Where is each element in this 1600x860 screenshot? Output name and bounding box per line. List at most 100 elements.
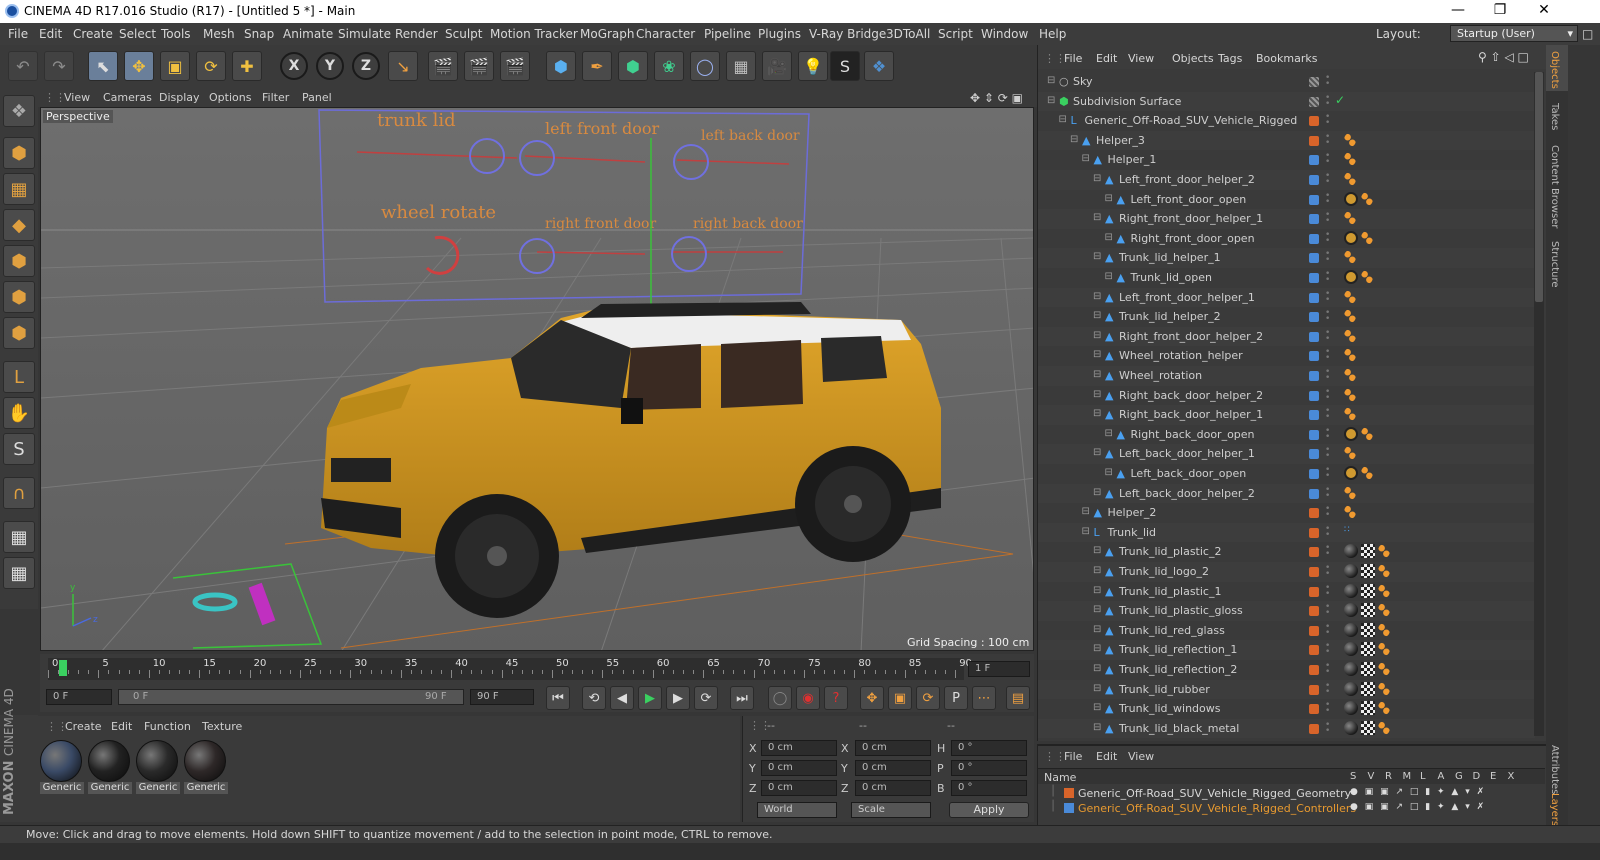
mat-tag-icon[interactable] (1344, 701, 1358, 716)
layer-color-swatch[interactable] (1064, 788, 1074, 798)
tree-expander-icon[interactable]: ⊟ (1093, 722, 1101, 733)
object-manager-nav-icons[interactable]: ⚲ ⇧ ◁ □ (1478, 50, 1529, 64)
y-axis-lock-icon[interactable]: Y (316, 52, 344, 80)
viewport-menu-filter[interactable]: Filter (262, 91, 289, 104)
layer-column-x[interactable]: X (1508, 771, 1515, 782)
visibility-dots-icon[interactable]: • • (1325, 348, 1331, 363)
key-parameter-icon[interactable]: P (944, 686, 968, 710)
coordinate-system-icon[interactable]: ↘ (388, 51, 418, 81)
mat-tag-icon[interactable] (1344, 622, 1358, 637)
layer-column-v[interactable]: V (1368, 771, 1375, 782)
tree-expander-icon[interactable]: ⊟ (1105, 271, 1113, 282)
visibility-dots-icon[interactable]: • • (1325, 211, 1331, 226)
previous-key-icon[interactable]: ⟲ (582, 686, 606, 710)
menu-pipeline[interactable]: Pipeline (704, 27, 751, 41)
object-name[interactable]: Left_front_door_helper_1 (1119, 291, 1255, 304)
go-to-end-icon[interactable]: ⏭ (730, 686, 754, 710)
menu-snap[interactable]: Snap (244, 27, 274, 41)
tab-takes[interactable]: Takes (1549, 103, 1560, 130)
magnet-icon[interactable]: ∩ (3, 477, 35, 509)
ik-tag-icon[interactable] (1378, 720, 1390, 735)
visibility-dots-icon[interactable]: • • (1325, 603, 1331, 618)
mat-tag-icon[interactable] (1344, 720, 1358, 735)
layer-color-swatch[interactable] (1309, 586, 1319, 597)
object-row[interactable]: ⊟ ▲ Left_front_door_helper_2 • • (1038, 170, 1535, 190)
tree-expander-icon[interactable]: ⊟ (1093, 173, 1101, 184)
undo-icon[interactable]: ↶ (8, 51, 38, 81)
tree-expander-icon[interactable]: ⊟ (1093, 310, 1101, 321)
layer-color-swatch[interactable] (1309, 194, 1319, 205)
previous-frame-icon[interactable]: ◀ (610, 686, 634, 710)
tab-attributes[interactable]: Attributes (1549, 745, 1560, 794)
layer-column-l[interactable]: L (1420, 771, 1426, 782)
preview-range-slider[interactable]: 0 F 90 F (118, 689, 464, 705)
ik-tag-icon[interactable] (1344, 309, 1356, 324)
tree-expander-icon[interactable]: ⊟ (1093, 330, 1101, 341)
ik-tag-icon[interactable] (1344, 485, 1356, 500)
object-name[interactable]: Helper_3 (1096, 134, 1145, 147)
visibility-dots-icon[interactable]: • • (1325, 289, 1331, 304)
check-tag-icon[interactable] (1361, 622, 1375, 637)
layer-column-e[interactable]: E (1490, 771, 1496, 782)
object-row[interactable]: ⊟ ▲ Left_front_door_open • • (1038, 190, 1535, 210)
points-mode-icon[interactable]: ⬢ (3, 245, 35, 277)
model-mode-icon[interactable]: ⬢ (3, 137, 35, 169)
layer-name[interactable]: Generic_Off-Road_SUV_Vehicle_Rigged_Geom… (1078, 787, 1351, 800)
timeline-window-icon[interactable]: ▤ (1006, 686, 1030, 710)
visibility-dots-icon[interactable]: • • (1325, 642, 1331, 657)
layer-row[interactable]: │ Generic_Off-Road_SUV_Vehicle_Rigged_Con… (1038, 801, 1545, 816)
object-row[interactable]: ⊟ ▲ Trunk_lid_helper_2 • • (1038, 307, 1535, 327)
camera-label[interactable]: Perspective (43, 110, 113, 123)
dots-tag-icon[interactable]: ∷ (1344, 525, 1360, 539)
object-row[interactable]: ⊟ ⬢ Subdivision Surface • • (1038, 91, 1535, 112)
ik-tag-icon[interactable] (1378, 642, 1390, 657)
ik-tag-icon[interactable] (1378, 681, 1390, 696)
coord-mode-world-select[interactable]: World (757, 802, 837, 818)
viewport-menu-options[interactable]: Options (209, 91, 251, 104)
workplane-mode-icon[interactable]: ◆ (3, 209, 35, 241)
visibility-dots-icon[interactable]: • • (1325, 662, 1331, 677)
tree-expander-icon[interactable]: ⊟ (1093, 565, 1101, 576)
object-name[interactable]: Right_back_door_open (1131, 428, 1255, 441)
keyframe-selection-icon[interactable]: ? (824, 686, 848, 710)
coord-value-field[interactable]: 0 ° (951, 780, 1027, 796)
layer-color-swatch[interactable] (1309, 508, 1319, 519)
layer-color-swatch[interactable] (1309, 469, 1319, 479)
layer-color-swatch[interactable] (1309, 175, 1319, 185)
layer-color-swatch[interactable] (1309, 567, 1319, 577)
visibility-dots-icon[interactable]: • • (1325, 172, 1331, 187)
layer-color-swatch[interactable] (1309, 684, 1319, 695)
x-axis-lock-icon[interactable]: X (280, 52, 308, 80)
menu-character[interactable]: Character (636, 27, 695, 41)
redo-icon[interactable]: ↷ (44, 51, 74, 81)
material-menu-texture[interactable]: Texture (202, 720, 242, 733)
tree-expander-icon[interactable]: ⊟ (1093, 212, 1101, 223)
object-name[interactable]: Trunk_lid_red_glass (1119, 624, 1225, 637)
visibility-dots-icon[interactable]: • • (1325, 426, 1331, 441)
menu-window[interactable]: Window (981, 27, 1028, 41)
object-name[interactable]: Trunk_lid_helper_1 (1119, 251, 1221, 264)
tree-expander-icon[interactable]: ⊟ (1093, 683, 1101, 694)
object-name[interactable]: Helper_1 (1108, 153, 1157, 166)
object-row[interactable]: ⊟ ○ Sky • • (1038, 72, 1535, 92)
layer-column-a[interactable]: A (1438, 771, 1445, 782)
layer-color-swatch[interactable] (1309, 449, 1319, 460)
object-manager-scrollbar[interactable] (1534, 72, 1544, 736)
visibility-dots-icon[interactable]: • • (1325, 524, 1331, 539)
viewport-menu-display[interactable]: Display (159, 91, 200, 104)
layer-color-swatch[interactable] (1309, 253, 1319, 264)
menu-select[interactable]: Select (119, 27, 156, 41)
ik-tag-icon[interactable] (1344, 250, 1356, 265)
menu-sculpt[interactable]: Sculpt (445, 27, 482, 41)
visibility-dots-icon[interactable]: • • (1325, 622, 1331, 637)
ik-tag-icon[interactable] (1378, 564, 1390, 578)
tree-expander-icon[interactable]: ⊟ (1082, 153, 1090, 164)
visibility-dots-icon[interactable]: • • (1325, 74, 1331, 89)
tab-content-browser[interactable]: Content Browser (1549, 145, 1560, 228)
mat-tag-icon[interactable] (1344, 662, 1358, 676)
layer-color-swatch[interactable] (1309, 488, 1319, 499)
tree-expander-icon[interactable]: ⊟ (1070, 134, 1078, 145)
check-tag-icon[interactable] (1361, 603, 1375, 618)
menu-help[interactable]: Help (1039, 27, 1066, 41)
object-name[interactable]: Trunk_lid_logo_2 (1119, 565, 1209, 578)
